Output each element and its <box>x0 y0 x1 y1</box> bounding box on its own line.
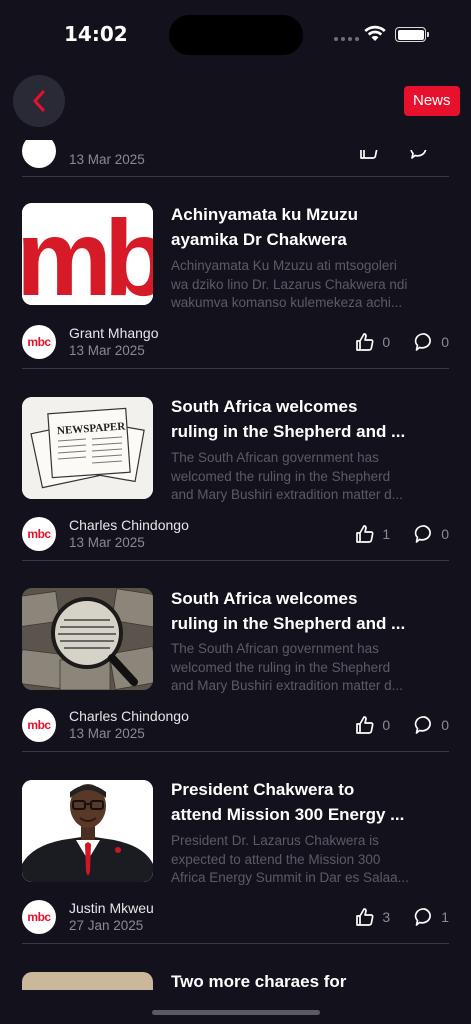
divider <box>22 943 449 944</box>
article-excerpt: The South African government has welcome… <box>171 641 403 693</box>
author-name: Grant Mhango <box>69 325 159 341</box>
engagement-counts: 1 0 <box>354 524 449 544</box>
dynamic-island <box>169 15 303 55</box>
article-excerpt: President Dr. Lazarus Chakwera is expect… <box>171 833 409 885</box>
status-bar: 14:02 <box>0 0 471 70</box>
like-icon[interactable] <box>359 150 381 160</box>
article-thumbnail: NEWSPAPER <box>22 397 153 499</box>
article-title[interactable]: President Chakwera to attend Mission 300… <box>171 777 436 827</box>
divider <box>22 560 449 561</box>
article-title[interactable]: South Africa welcomes ruling in the Shep… <box>171 586 436 636</box>
divider <box>22 176 449 177</box>
wifi-icon <box>364 25 386 46</box>
like-icon[interactable] <box>354 332 376 352</box>
comment-count: 0 <box>441 526 449 542</box>
like-icon[interactable] <box>354 715 376 735</box>
signal-icon <box>334 37 359 41</box>
article-title[interactable]: Two more charaes for <box>171 969 436 990</box>
engagement-counts: 3 1 <box>354 907 449 927</box>
article-thumbnail <box>22 972 153 990</box>
comment-icon[interactable] <box>414 524 435 544</box>
article-thumbnail <box>22 780 153 882</box>
back-button[interactable] <box>13 75 65 127</box>
comment-icon[interactable] <box>414 715 435 735</box>
news-feed[interactable]: 13 Mar 2025 mbc Achinyamata ku Mzuzu aya… <box>0 140 471 990</box>
like-count: 1 <box>382 526 391 542</box>
status-time: 14:02 <box>64 22 128 46</box>
article-title[interactable]: Achinyamata ku Mzuzu ayamika Dr Chakwera <box>171 202 436 252</box>
divider <box>22 368 449 369</box>
article-excerpt: Achinyamata Ku Mzuzu ati mtsogoleri wa d… <box>171 258 408 310</box>
article-date: 13 Mar 2025 <box>69 535 145 550</box>
author-avatar <box>22 140 56 168</box>
article-date: 13 Mar 2025 <box>69 726 145 741</box>
news-category-badge[interactable]: News <box>404 86 460 116</box>
author-avatar: mbc <box>22 517 56 551</box>
comment-icon[interactable] <box>410 150 432 160</box>
article-date: 13 Mar 2025 <box>69 152 145 167</box>
article-date: 13 Mar 2025 <box>69 343 145 358</box>
author-name: Charles Chindongo <box>69 517 189 533</box>
article-title[interactable]: South Africa welcomes ruling in the Shep… <box>171 394 436 444</box>
like-count: 3 <box>382 909 391 925</box>
comment-icon[interactable] <box>414 907 435 927</box>
article-excerpt: The South African government has welcome… <box>171 450 403 502</box>
article-thumbnail: mbc <box>22 203 153 305</box>
article-thumbnail <box>22 588 153 690</box>
author-avatar: mbc <box>22 900 56 934</box>
comment-icon[interactable] <box>414 332 435 352</box>
engagement-counts: 0 0 <box>354 332 449 352</box>
svg-text:mbc: mbc <box>22 203 153 305</box>
article-date: 27 Jan 2025 <box>69 918 144 933</box>
comment-count: 0 <box>441 334 449 350</box>
chevron-left-icon <box>33 90 45 112</box>
like-icon[interactable] <box>354 907 376 927</box>
author-name: Justin Mkweu <box>69 900 154 916</box>
author-name: Charles Chindongo <box>69 708 189 724</box>
like-count: 0 <box>382 334 391 350</box>
comment-count: 1 <box>441 909 449 925</box>
divider <box>22 751 449 752</box>
author-avatar: mbc <box>22 708 56 742</box>
comment-count: 0 <box>441 717 449 733</box>
like-icon[interactable] <box>354 524 376 544</box>
author-avatar: mbc <box>22 325 56 359</box>
home-indicator[interactable] <box>152 1010 320 1015</box>
like-count: 0 <box>382 717 391 733</box>
engagement-counts: 0 0 <box>354 715 449 735</box>
battery-icon <box>395 27 426 42</box>
